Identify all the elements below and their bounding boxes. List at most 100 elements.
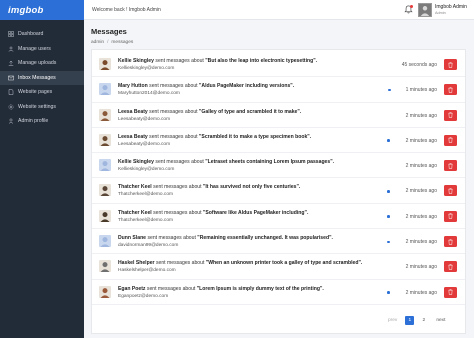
sidebar-nav: Dashboard Manage users Manage uploads Inbox… <box>0 27 84 129</box>
messages-list: Kellie Skingley sent messages about "But… <box>92 52 465 305</box>
sender-name: Kellie Skingley <box>118 58 154 64</box>
message-row[interactable]: Egan Poetz sent messages about "Lorem Ip… <box>92 280 465 305</box>
message-text[interactable]: Egan Poetz sent messages about "Lorem Ip… <box>118 286 324 292</box>
pagination-prev[interactable]: prev <box>388 318 397 323</box>
trash-icon <box>448 87 453 93</box>
message-verb: sent messages about <box>155 159 204 166</box>
sender-name: Mary Hutton <box>118 83 148 90</box>
message-row[interactable]: Leesa Beaty sent messages about "Scrambl… <box>92 128 465 154</box>
message-verb: sent messages about <box>147 235 196 242</box>
delete-message-button[interactable] <box>444 286 457 298</box>
pagination-page-1[interactable]: 1 <box>405 316 415 325</box>
dashboard-icon <box>7 31 14 38</box>
delete-message-button[interactable] <box>444 59 457 70</box>
users-icon <box>7 45 14 52</box>
delete-message-button[interactable] <box>444 185 457 197</box>
unread-indicator <box>388 88 391 92</box>
delete-message-button[interactable] <box>444 210 457 222</box>
message-row[interactable]: Dunn Slane sent messages about "Remainin… <box>92 229 465 255</box>
sender-avatar <box>99 285 111 298</box>
message-text[interactable]: Dunn Slane sent messages about "Remainin… <box>118 235 333 241</box>
message-subject: "Lorem Ipsum is simply dummy text of the… <box>196 285 324 292</box>
sender-avatar <box>99 184 111 197</box>
delete-message-button[interactable] <box>444 160 457 172</box>
message-time: 2 minutes ago <box>405 188 437 195</box>
message-time: 2 minutes ago <box>405 239 437 246</box>
message-subject: "Letraset sheets containing Lorem Ipsum … <box>205 159 335 166</box>
delete-message-button[interactable] <box>444 261 457 273</box>
message-time: 45 seconds ago <box>401 62 437 68</box>
sidebar-item-label: Manage users <box>18 45 51 52</box>
sidebar-item-label: Website settings <box>18 103 56 110</box>
unread-indicator <box>387 240 390 244</box>
sidebar-item-label: Dashboard <box>18 31 44 38</box>
sidebar-item-website-settings[interactable]: Website settings <box>0 100 84 115</box>
message-text[interactable]: Kellie Skingley sent messages about "But… <box>118 58 317 64</box>
message-text[interactable]: Haskel Shelper sent messages about "When… <box>118 260 362 266</box>
person-icon <box>99 260 111 273</box>
message-row[interactable]: Thatcher Keel sent messages about "Softw… <box>92 204 465 230</box>
delete-message-button[interactable] <box>444 134 457 146</box>
unread-indicator <box>387 139 390 142</box>
sender-avatar <box>99 133 111 146</box>
trash-icon <box>448 112 453 118</box>
messages-card: Kellie Skingley sent messages about "But… <box>91 49 466 334</box>
person-icon <box>99 235 111 248</box>
pagination: prev 1 2 next <box>388 316 445 325</box>
message-row[interactable]: Haskel Shelper sent messages about "When… <box>92 254 465 280</box>
pagination-next[interactable]: next <box>436 318 445 323</box>
user-avatar-icon <box>419 4 431 16</box>
trash-icon <box>448 162 453 169</box>
message-subject: "Galley of type and scrambled it to make… <box>199 108 302 115</box>
user-avatar[interactable] <box>418 3 432 17</box>
breadcrumb-messages: messages <box>111 40 134 45</box>
trash-icon <box>448 264 453 270</box>
message-time: 2 minutes ago <box>405 137 437 144</box>
message-subject: "It has survived not only five centuries… <box>202 184 301 191</box>
sidebar-item-dashboard[interactable]: Dashboard <box>0 27 84 42</box>
unread-indicator <box>387 189 390 193</box>
sender-name: Dunn Slane <box>118 235 147 242</box>
sender-name: Egan Poetz <box>118 285 146 292</box>
message-row[interactable]: Leesa Beaty sent messages about "Galley … <box>92 103 465 128</box>
message-row[interactable]: Mary Hutton sent messages about "Aldus P… <box>92 77 465 103</box>
trash-icon <box>448 137 453 144</box>
breadcrumb: admin / messages <box>91 40 133 45</box>
message-row[interactable]: Kellie Skingley sent messages about "Let… <box>92 153 465 179</box>
breadcrumb-admin[interactable]: admin <box>91 40 104 45</box>
pagination-page-2[interactable]: 2 <box>419 316 428 325</box>
message-text[interactable]: Thatcher Keel sent messages about "It ha… <box>118 184 300 190</box>
notification-dot <box>410 5 413 8</box>
message-time: 2 minutes ago <box>405 163 437 170</box>
sender-avatar <box>99 235 111 248</box>
settings-icon <box>7 103 14 110</box>
delete-message-button[interactable] <box>444 236 457 248</box>
delete-message-button[interactable] <box>444 84 457 96</box>
delete-message-button[interactable] <box>444 109 457 121</box>
message-row[interactable]: Kellie Skingley sent messages about "But… <box>92 52 465 78</box>
sidebar-item-manage-uploads[interactable]: Manage uploads <box>0 56 84 71</box>
sender-email: Thatcherkeel@demo.com <box>118 217 173 223</box>
person-icon <box>99 184 111 197</box>
message-text[interactable]: Kellie Skingley sent messages about "Let… <box>118 159 334 165</box>
message-verb: sent messages about <box>153 209 202 216</box>
sidebar-item-manage-users[interactable]: Manage users <box>0 42 84 57</box>
sidebar-item-admin-profile[interactable]: Admin profile <box>0 114 84 129</box>
message-time: 1 minutes ago <box>405 87 437 94</box>
message-text[interactable]: Mary Hutton sent messages about "Aldus P… <box>118 83 294 89</box>
trash-icon <box>448 289 453 295</box>
message-text[interactable]: Leesa Beaty sent messages about "Scrambl… <box>118 134 311 140</box>
message-row[interactable]: Thatcher Keel sent messages about "It ha… <box>92 178 465 204</box>
message-text[interactable]: Leesa Beaty sent messages about "Galley … <box>118 109 301 115</box>
trash-icon <box>448 188 453 194</box>
app-logo[interactable]: imgbob <box>8 5 44 16</box>
message-verb: sent messages about <box>149 133 198 140</box>
sidebar-item-inbox-messages[interactable]: Inbox Messages <box>0 70 84 85</box>
sidebar-item-website-pages[interactable]: Website pages <box>0 85 84 100</box>
person-icon <box>99 58 111 70</box>
message-verb: sent messages about <box>155 260 205 267</box>
sender-name: Leesa Beaty <box>118 133 148 140</box>
user-name[interactable]: Imgbob Admin <box>435 4 467 10</box>
message-text[interactable]: Thatcher Keel sent messages about "Softw… <box>118 210 308 216</box>
message-verb: sent messages about <box>146 285 196 292</box>
